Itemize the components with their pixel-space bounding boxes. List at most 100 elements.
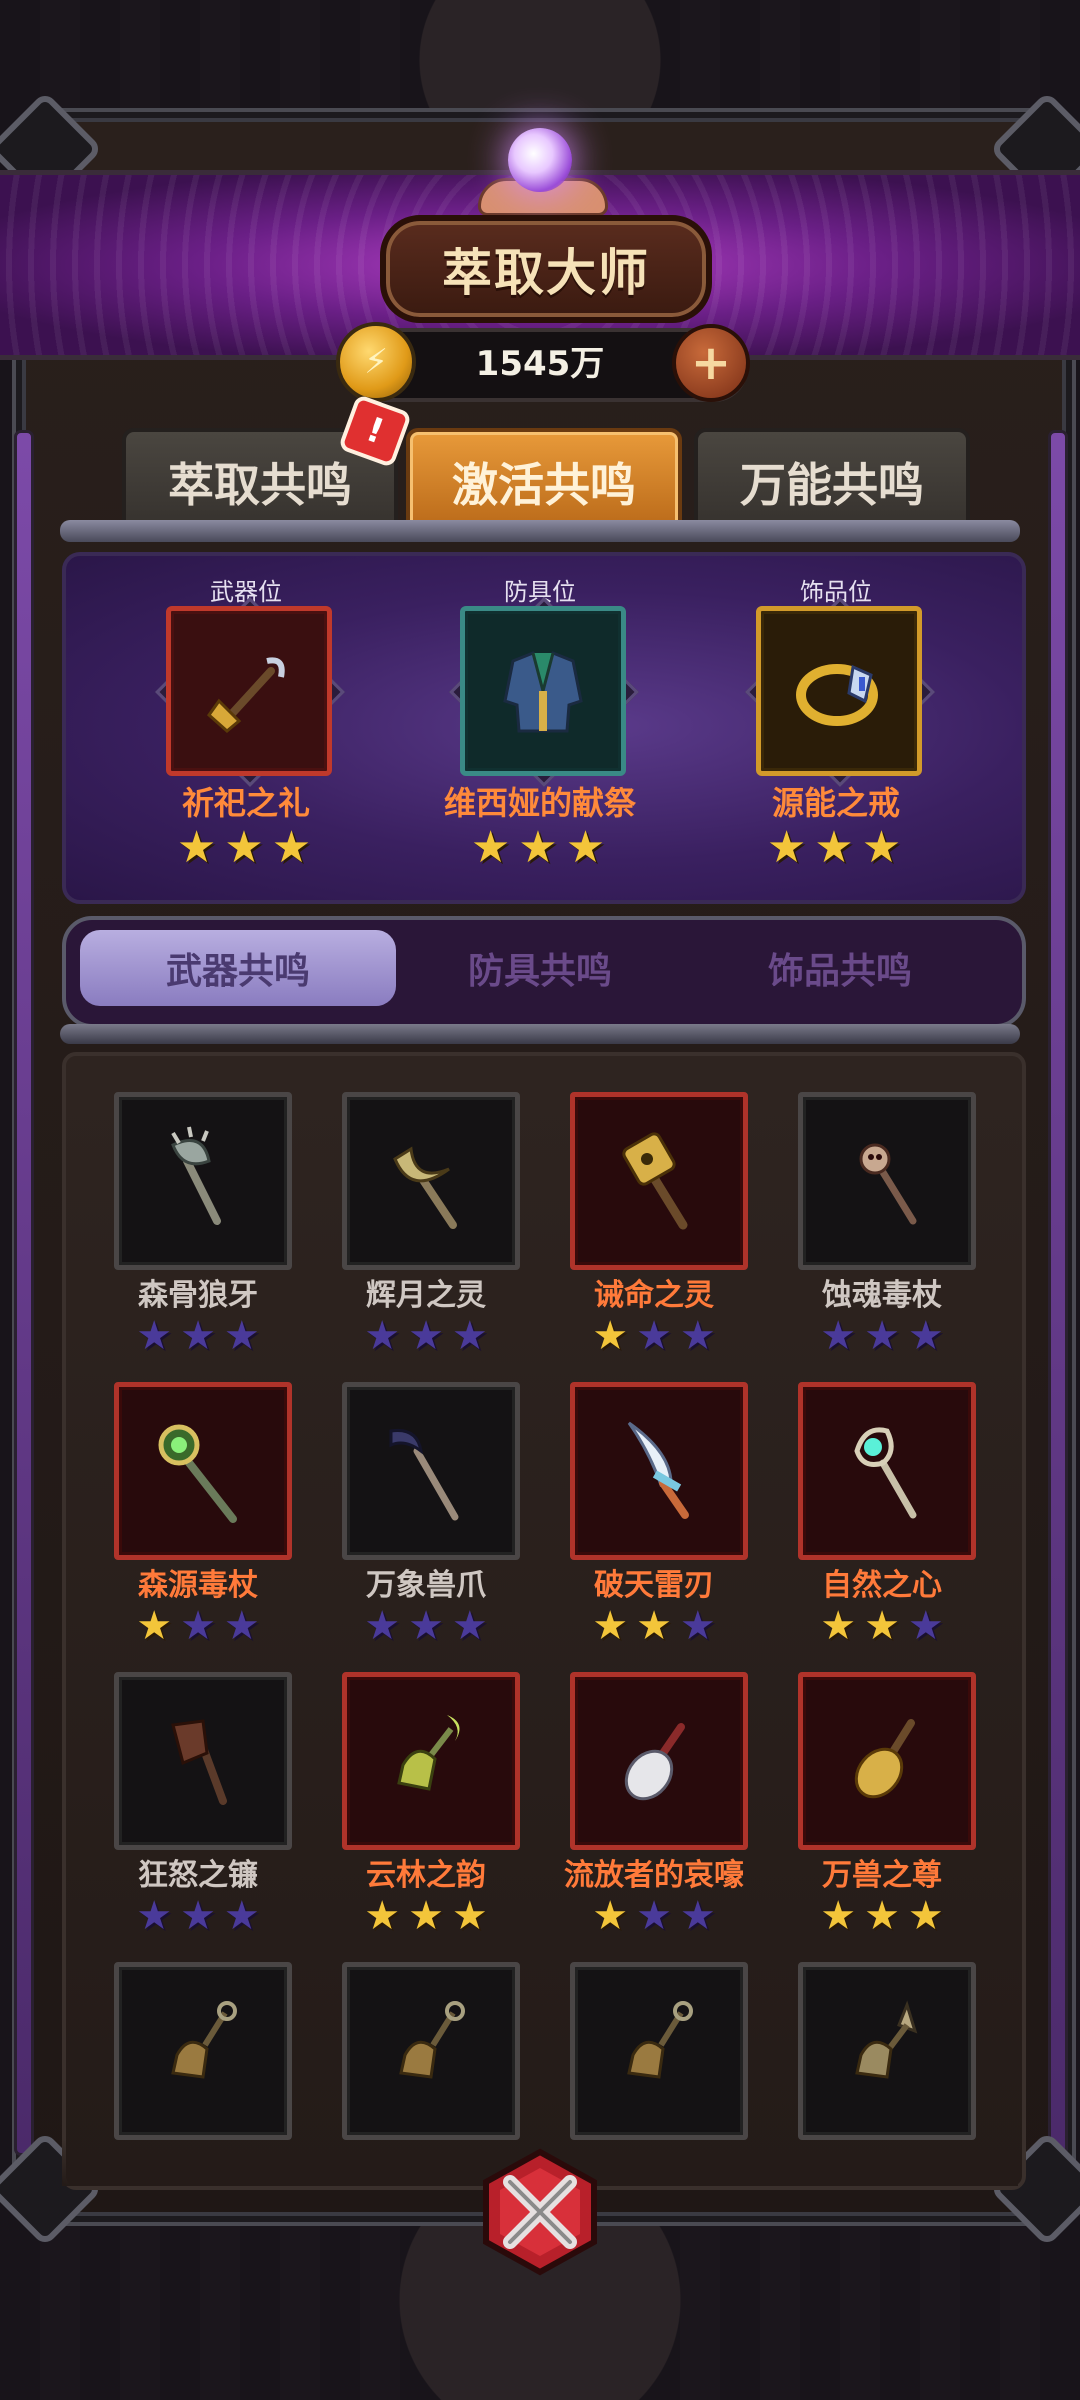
star-icon: ★ (518, 822, 558, 873)
item-card[interactable]: 蚀魂毒杖 ★ ★ ★ (754, 1092, 976, 1382)
star-icon: ★ (864, 1603, 900, 1649)
gold-rattle-icon (854, 1719, 915, 1799)
star-icon: ★ (820, 1893, 857, 1939)
weapon-slot[interactable] (166, 606, 332, 776)
subtab-label: 饰品共鸣 (767, 951, 912, 992)
star-icon: ★ (271, 822, 312, 873)
star-icon: ★ (636, 1313, 672, 1359)
item-frame (342, 1962, 520, 2140)
plus-icon: + (690, 335, 732, 391)
accessory-slot[interactable] (756, 606, 922, 776)
skull-staff-icon (859, 1143, 917, 1225)
item-name: 诫命之灵 (594, 1278, 714, 1313)
coin-icon: ⚡ (336, 322, 416, 402)
item-grid: 森骨狼牙 ★ ★ ★ 辉月之灵 ★ ★ ★ 诫命之灵 ★ ★ ★ 蚀魂毒杖 ★ ★ ★ 森源毒杖 ★ ★ ★ 万象兽爪 ★… (62, 1052, 1026, 2190)
item-frame (342, 1382, 520, 1560)
item-card[interactable]: 破天雷刃 ★ ★ ★ (526, 1382, 748, 1672)
star-icon: ★ (136, 1893, 173, 1939)
star-icon: ★ (592, 1313, 629, 1359)
item-name: 流放者的哀嚎 (564, 1858, 744, 1893)
add-currency-button[interactable]: + (672, 324, 750, 402)
item-stars: ★ ★ ★ (110, 1606, 286, 1646)
subtab-label: 武器共鸣 (165, 951, 310, 992)
star-icon: ★ (679, 1603, 716, 1649)
star-icon: ★ (864, 1893, 900, 1939)
item-card[interactable]: 诫命之灵 ★ ★ ★ (526, 1092, 748, 1382)
item-name: 破天雷刃 (594, 1568, 714, 1603)
star-icon: ★ (679, 1893, 716, 1939)
star-icon: ★ (180, 1313, 216, 1359)
item-stars: ★ ★ ★ (566, 1316, 742, 1356)
item-name: 万象兽爪 (366, 1568, 486, 1603)
item-card[interactable]: 万象兽爪 ★ ★ ★ (298, 1382, 520, 1672)
star-icon: ★ (364, 1313, 401, 1359)
star-icon: ★ (408, 1603, 444, 1649)
item-frame (798, 1382, 976, 1560)
item-card[interactable]: 自然之心 ★ ★ ★ (754, 1382, 976, 1672)
star-icon: ★ (907, 1603, 944, 1649)
star-icon: ★ (766, 822, 807, 873)
item-frame (798, 1962, 976, 2140)
page-title: 萃取大师 (442, 244, 650, 302)
star-icon: ★ (451, 1603, 488, 1649)
star-icon: ★ (224, 822, 264, 873)
slot-stars: ★ ★ ★ (454, 826, 622, 870)
subtab-weapon[interactable]: 武器共鸣 (80, 930, 396, 1006)
item-stars: ★ ★ ★ (338, 1896, 514, 1936)
item-frame (798, 1092, 976, 1270)
star-icon: ★ (820, 1313, 857, 1359)
golden-scepter-icon (622, 1132, 688, 1230)
claw-staff-icon (389, 1428, 459, 1521)
star-icon: ★ (679, 1313, 716, 1359)
crescent-staff-icon (393, 1146, 457, 1229)
item-card[interactable]: 流放者的哀嚎 ★ ★ ★ (526, 1672, 748, 1962)
item-stars: ★ ★ ★ (110, 1316, 286, 1356)
item-card[interactable]: 辉月之灵 ★ ★ ★ (298, 1092, 520, 1382)
star-icon: ★ (451, 1313, 488, 1359)
star-icon: ★ (864, 1313, 900, 1359)
armor-jacket-icon (503, 651, 583, 733)
tabs-rail (60, 520, 1020, 542)
item-name: 云林之韵 (366, 1858, 486, 1893)
subtab-accessory[interactable]: 饰品共鸣 (682, 930, 998, 1006)
bell-staff-icon (206, 657, 285, 733)
item-stars: ★ ★ ★ (794, 1316, 970, 1356)
close-icon[interactable] (476, 2148, 604, 2276)
item-stars: ★ ★ ★ (566, 1606, 742, 1646)
item-name: 森骨狼牙 (138, 1278, 258, 1313)
subtab-armor[interactable]: 防具共鸣 (382, 930, 698, 1006)
star-icon: ★ (180, 1893, 216, 1939)
item-card[interactable]: 云林之韵 ★ ★ ★ (298, 1672, 520, 1962)
star-icon: ★ (907, 1313, 944, 1359)
tab-label: 万能共鸣 (740, 458, 924, 512)
item-card[interactable]: 狂怒之镰 ★ ★ ★ (70, 1672, 292, 1962)
armor-slot[interactable] (460, 606, 626, 776)
star-icon: ★ (136, 1313, 173, 1359)
slot-stars: ★ ★ ★ (160, 826, 328, 870)
scythe-icon (171, 1719, 227, 1805)
item-card[interactable]: 森源毒杖 ★ ★ ★ (70, 1382, 292, 1672)
star-icon: ★ (223, 1603, 260, 1649)
item-name: 辉月之灵 (366, 1278, 486, 1313)
item-card[interactable]: 万兽之尊 ★ ★ ★ (754, 1672, 976, 1962)
subtab-rail (60, 1024, 1020, 1044)
star-icon: ★ (636, 1603, 672, 1649)
item-frame (342, 1092, 520, 1270)
title-plate: 萃取大师 (380, 215, 712, 323)
star-icon: ★ (861, 822, 902, 873)
star-icon: ★ (565, 822, 606, 873)
item-frame (114, 1672, 292, 1850)
item-stars: ★ ★ ★ (794, 1896, 970, 1936)
tab-label: 萃取共鸣 (168, 458, 352, 512)
item-name: 蚀魂毒杖 (822, 1278, 942, 1313)
star-icon: ★ (451, 1893, 488, 1939)
star-icon: ★ (408, 1893, 444, 1939)
item-frame (570, 1672, 748, 1850)
bell-icon (399, 2001, 465, 2079)
item-frame (798, 1672, 976, 1850)
item-card[interactable]: 森骨狼牙 ★ ★ ★ (70, 1092, 292, 1382)
bell-icon (171, 2001, 237, 2079)
star-icon: ★ (814, 822, 854, 873)
slot-item-name: 维西娅的献祭 (443, 784, 636, 822)
item-stars: ★ ★ ★ (110, 1896, 286, 1936)
